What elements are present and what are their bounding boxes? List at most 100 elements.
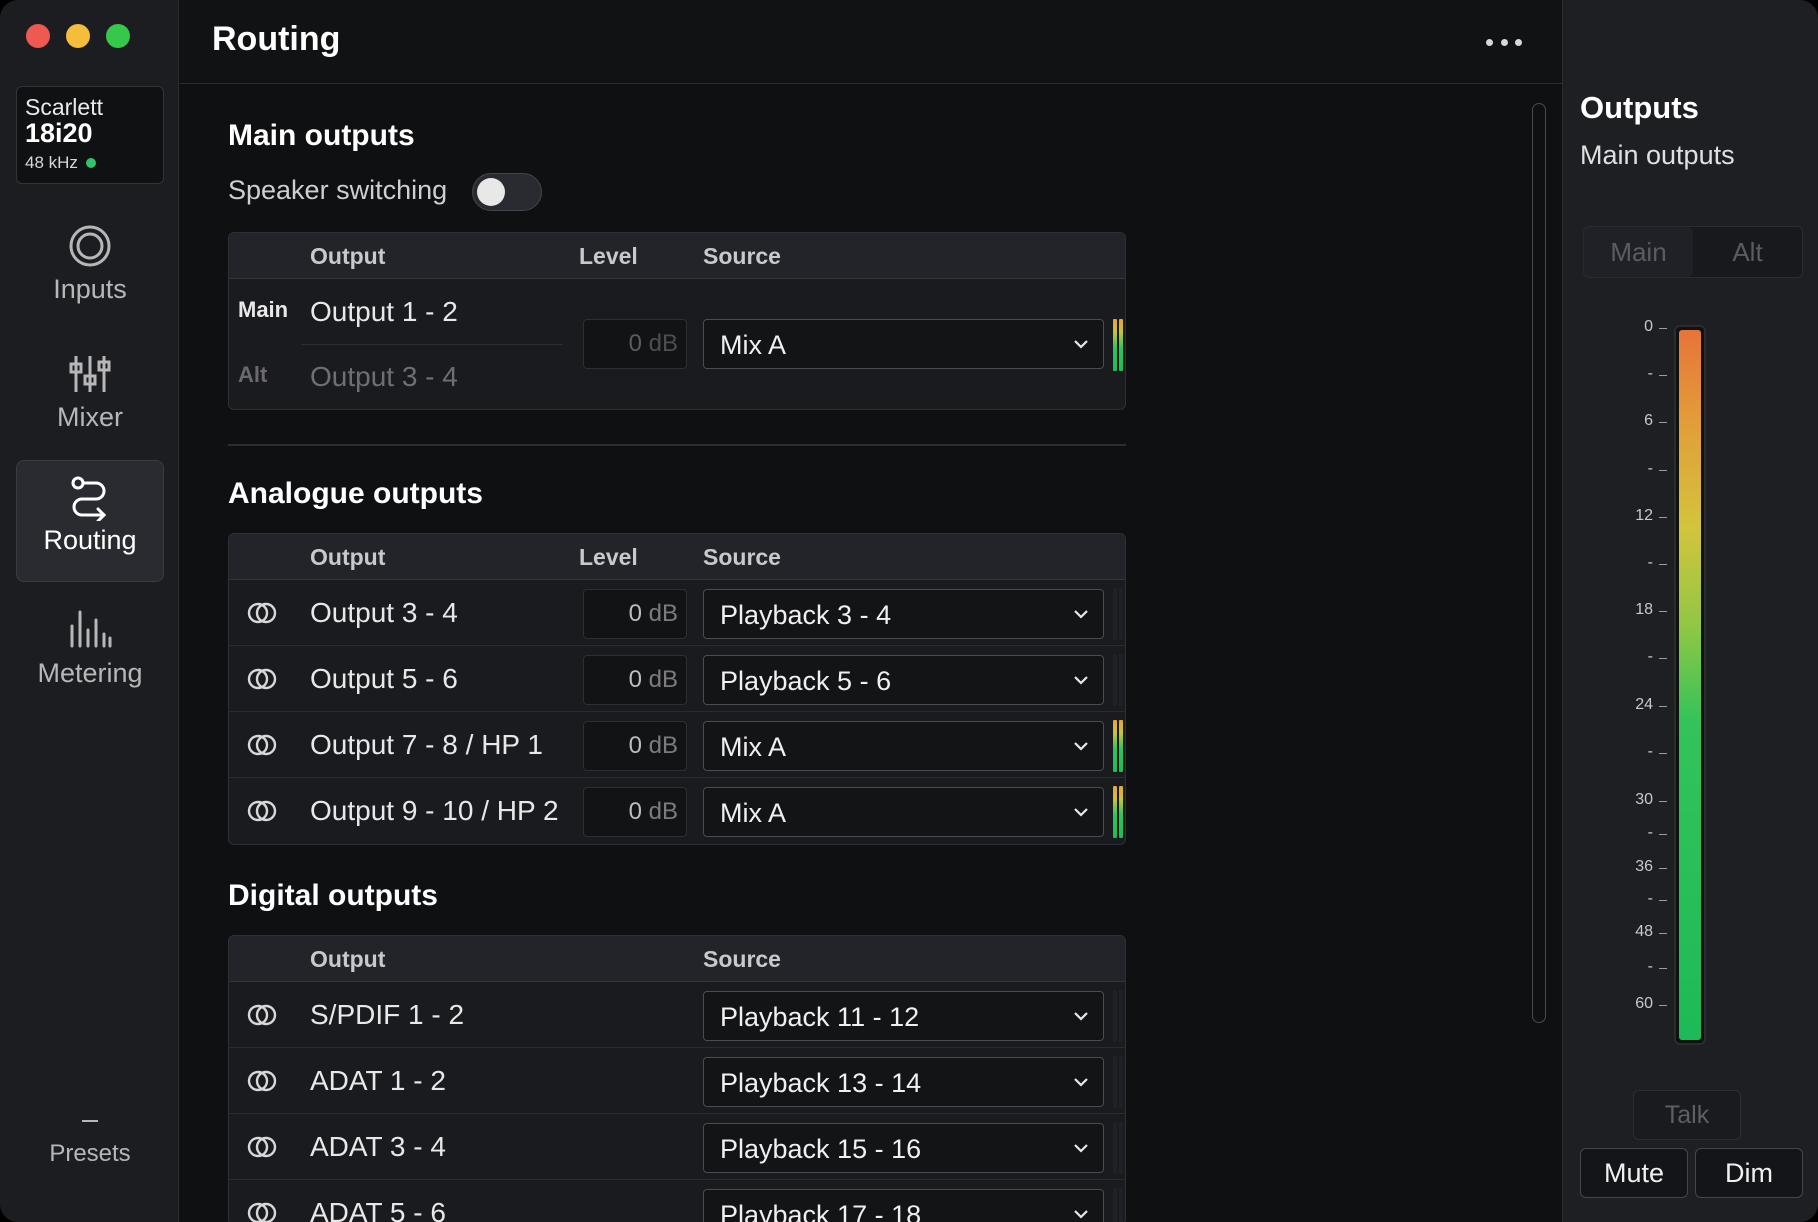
meter-scale-tick [1659, 422, 1667, 423]
output-name: ADAT 3 - 4 [310, 1131, 446, 1162]
chevron-down-icon [1074, 340, 1088, 349]
nav-presets[interactable]: Presets [16, 1120, 164, 1168]
output-name: ADAT 5 - 6 [310, 1197, 446, 1222]
inputs-icon [69, 225, 111, 267]
main-source-select[interactable]: Mix A [703, 319, 1104, 369]
column-level: Level [579, 243, 638, 269]
segment-main-button[interactable]: Main [1584, 227, 1693, 277]
table-row: ADAT 3 - 4 Playback 15 - 16 [229, 1114, 1125, 1180]
meter-scale-label: - [1647, 890, 1653, 907]
source-select[interactable]: Playback 11 - 12 [703, 991, 1104, 1041]
table-header: Output Source [229, 936, 1125, 982]
stereo-link-icon [247, 1070, 277, 1092]
source-select[interactable]: Playback 3 - 4 [703, 589, 1104, 639]
level-field[interactable]: 0 dB [583, 655, 687, 705]
outputs-panel-title: Outputs [1580, 90, 1699, 125]
more-dot-icon [1515, 38, 1522, 46]
level-field[interactable]: 0 dB [583, 589, 687, 639]
table-row: S/PDIF 1 - 2 Playback 11 - 12 [229, 982, 1125, 1048]
source-select[interactable]: Mix A [703, 721, 1104, 771]
chevron-down-icon [1074, 1210, 1088, 1219]
speaker-switching-toggle[interactable] [472, 173, 542, 211]
talk-button[interactable]: Talk [1633, 1090, 1741, 1140]
meter-scale-tick [1659, 1005, 1667, 1006]
meter-scale-tick [1659, 564, 1667, 565]
segment-alt-button[interactable]: Alt [1693, 227, 1802, 277]
alt-tag: Alt [238, 362, 268, 387]
level-field[interactable]: 0 dB [583, 787, 687, 837]
level-value: 0 [628, 798, 642, 825]
source-select[interactable]: Playback 15 - 16 [703, 1123, 1104, 1173]
column-source: Source [703, 946, 781, 972]
alt-output-name: Output 3 - 4 [310, 361, 458, 392]
output-name: ADAT 1 - 2 [310, 1065, 446, 1096]
meter-scale-label: 24 [1635, 696, 1653, 713]
chevron-down-icon [1074, 1078, 1088, 1087]
speaker-switching-label: Speaker switching [228, 175, 448, 205]
stereo-link-icon [247, 1136, 277, 1158]
nav-presets-label: Presets [49, 1140, 131, 1167]
stereo-link-icon [247, 1202, 277, 1222]
stereo-link-icon [247, 800, 277, 822]
header: Routing [180, 0, 1562, 84]
main-tag: Main [238, 297, 289, 322]
nav-inputs[interactable]: Inputs [16, 210, 164, 332]
meter-scale-label: - [1647, 365, 1653, 382]
source-select[interactable]: Playback 5 - 6 [703, 655, 1104, 705]
meter-scale-label: - [1647, 958, 1653, 975]
level-field[interactable]: 0 dB [583, 721, 687, 771]
level-meter [1113, 990, 1123, 1042]
more-options-button[interactable] [1486, 28, 1522, 56]
mute-button[interactable]: Mute [1580, 1148, 1688, 1198]
meter-scale-label: 12 [1635, 507, 1653, 524]
more-dot-icon [1500, 38, 1508, 46]
nav-metering[interactable]: Metering [16, 594, 164, 716]
source-value: Playback 3 - 4 [720, 600, 892, 630]
meter-scale-label: 0 [1644, 318, 1653, 335]
table-row: Output 5 - 6 0 dB Playback 5 - 6 [229, 646, 1125, 712]
meter-scale-tick [1659, 834, 1667, 835]
zoom-window-button[interactable] [106, 24, 130, 48]
level-value: 0 [628, 330, 642, 357]
stereo-link-icon [247, 734, 277, 756]
meter-scale-label: 18 [1635, 601, 1653, 618]
meter-scale-label: - [1647, 824, 1653, 841]
level-unit: dB [648, 732, 678, 759]
output-name: Output 7 - 8 / HP 1 [310, 729, 543, 760]
section-divider [228, 444, 1126, 446]
chevron-down-icon [1074, 808, 1088, 817]
meter-scale-tick [1659, 900, 1667, 901]
close-window-button[interactable] [26, 24, 50, 48]
device-card[interactable]: Scarlett 18i20 48 kHz [16, 86, 164, 184]
nav-routing[interactable]: Routing [16, 460, 164, 582]
main-output-meter [1674, 325, 1706, 1045]
level-unit: dB [648, 666, 678, 693]
page-title: Routing [212, 20, 341, 58]
metering-icon [70, 610, 112, 648]
minimize-window-button[interactable] [66, 24, 90, 48]
sample-rate-label: 48 kHz [25, 153, 78, 172]
nav-mixer[interactable]: Mixer [16, 338, 164, 460]
stereo-link-icon [247, 1004, 277, 1026]
dim-button[interactable]: Dim [1695, 1148, 1803, 1198]
column-source: Source [703, 243, 781, 269]
source-value: Mix A [720, 732, 787, 762]
content-scrollbar[interactable] [1532, 103, 1546, 1023]
level-meter [1113, 1122, 1123, 1174]
main-outputs-title: Main outputs [228, 119, 415, 152]
level-value: 0 [628, 732, 642, 759]
source-select[interactable]: Mix A [703, 787, 1104, 837]
meter-scale-label: 36 [1635, 858, 1653, 875]
meter-scale-label: 60 [1635, 995, 1653, 1012]
meter-scale-tick [1659, 753, 1667, 754]
outputs-panel-subtitle: Main outputs [1580, 140, 1735, 170]
analogue-outputs-title: Analogue outputs [228, 477, 483, 510]
source-select[interactable]: Playback 17 - 18 [703, 1189, 1104, 1222]
nav-routing-label: Routing [43, 525, 137, 555]
output-name: Output 9 - 10 / HP 2 [310, 795, 559, 826]
level-meter [1113, 720, 1123, 772]
meter-scale-label: - [1647, 743, 1653, 760]
source-select[interactable]: Playback 13 - 14 [703, 1057, 1104, 1107]
meter-scale-label: 48 [1635, 923, 1653, 940]
column-output: Output [310, 946, 386, 972]
